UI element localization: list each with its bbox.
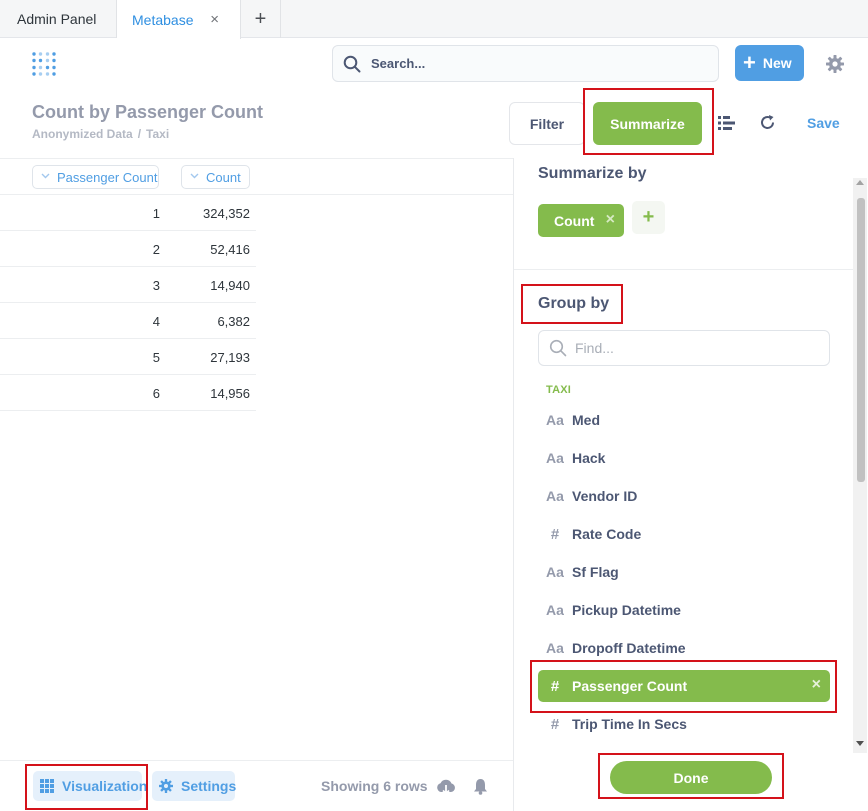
text-type-icon: Aa (546, 640, 564, 656)
tab-metabase[interactable]: Metabase × (117, 0, 241, 39)
breadcrumb-table[interactable]: Taxi (146, 127, 169, 141)
cell-passenger-count[interactable]: 1 (153, 206, 160, 221)
list-icon[interactable] (718, 115, 736, 131)
number-type-icon: # (550, 715, 560, 733)
column-header-label: Count (206, 169, 241, 185)
plus-icon: + (743, 50, 756, 75)
table-row: 2 52,416 (0, 231, 256, 267)
text-type-icon: Aa (546, 488, 564, 504)
find-placeholder: Find... (575, 340, 614, 356)
chevron-down-icon (190, 173, 199, 179)
highlight-box (521, 284, 623, 324)
settings-button[interactable]: Settings (152, 771, 237, 801)
cell-count[interactable]: 14,940 (210, 278, 250, 293)
cell-count[interactable]: 6,382 (217, 314, 250, 329)
remove-metric-icon[interactable]: × (606, 211, 615, 229)
metric-pill-count[interactable]: Count × (538, 204, 624, 237)
filter-button[interactable]: Filter (509, 102, 585, 145)
text-type-icon: Aa (546, 450, 564, 466)
metric-label: Count (554, 212, 595, 229)
search-placeholder: Search... (371, 56, 426, 71)
summarize-sidebar: Summarize by Count × + Group by Find... … (513, 158, 868, 811)
text-type-icon: Aa (546, 564, 564, 580)
search-icon (549, 339, 567, 357)
summarize-by-heading: Summarize by (538, 165, 647, 182)
highlight-box (583, 88, 714, 155)
add-metric-button[interactable]: + (632, 201, 665, 234)
gear-icon (159, 779, 173, 793)
settings-label: Settings (181, 778, 237, 794)
highlight-box (598, 753, 784, 799)
browser-tab-bar: Admin Panel Metabase × + (0, 0, 868, 39)
highlight-box (25, 764, 148, 810)
field-label: Vendor ID (572, 488, 638, 504)
cell-count[interactable]: 52,416 (210, 242, 250, 257)
new-tab-button[interactable]: + (241, 0, 281, 38)
text-type-icon: Aa (546, 412, 564, 428)
field-item-sf-flag[interactable]: Aa Sf Flag (538, 556, 830, 588)
field-label: Trip Time In Secs (572, 716, 687, 732)
field-label: Dropoff Datetime (572, 640, 686, 656)
new-button-label: New (762, 55, 792, 71)
field-item-pickup-datetime[interactable]: Aa Pickup Datetime (538, 594, 830, 626)
cell-passenger-count[interactable]: 6 (153, 386, 160, 401)
number-type-icon: # (550, 525, 560, 543)
header-divider (0, 158, 513, 159)
field-label: Med (572, 412, 600, 428)
table-row: 3 14,940 (0, 267, 256, 303)
download-icon[interactable] (436, 778, 456, 796)
table-row: 1 324,352 (0, 195, 256, 231)
field-label: Rate Code (572, 526, 642, 542)
gear-icon[interactable] (826, 55, 844, 73)
field-label: Sf Flag (572, 564, 619, 580)
highlight-box (530, 660, 837, 713)
scrollbar-thumb[interactable] (857, 198, 865, 482)
breadcrumb-database[interactable]: Anonymized Data (32, 127, 133, 141)
page-title: Count by Passenger Count (32, 102, 264, 122)
tab-label: Metabase (132, 11, 194, 28)
column-header-passenger-count[interactable]: Passenger Count (32, 165, 159, 189)
refresh-icon[interactable] (759, 114, 776, 131)
field-item-hack[interactable]: Aa Hack (538, 442, 830, 474)
search-input[interactable]: Search... (332, 45, 719, 82)
field-label: Pickup Datetime (572, 602, 681, 618)
cell-passenger-count[interactable]: 4 (153, 314, 160, 329)
scroll-down-arrow[interactable] (856, 741, 864, 746)
scroll-up-arrow[interactable] (856, 180, 864, 185)
find-field-input[interactable]: Find... (538, 330, 830, 366)
logo-icon[interactable] (31, 51, 57, 77)
field-item-rate-code[interactable]: # Rate Code (538, 518, 830, 550)
sidebar-divider (514, 269, 855, 270)
cell-count[interactable]: 27,193 (210, 350, 250, 365)
field-item-vendor-id[interactable]: Aa Vendor ID (538, 480, 830, 512)
new-button[interactable]: + New (735, 45, 804, 81)
bell-icon[interactable] (473, 778, 488, 795)
column-header-count[interactable]: Count (181, 165, 250, 189)
field-label: Hack (572, 450, 606, 466)
footer-divider (0, 760, 513, 761)
cell-passenger-count[interactable]: 2 (153, 242, 160, 257)
row-count-info: Showing 6 rows (321, 778, 428, 794)
cell-count[interactable]: 324,352 (203, 206, 250, 221)
field-item-trip-time-in-secs[interactable]: # Trip Time In Secs (538, 708, 830, 740)
table-section-label: TAXI (546, 384, 572, 396)
field-item-med[interactable]: Aa Med (538, 404, 830, 436)
close-tab-icon[interactable]: × (210, 11, 219, 28)
breadcrumb-separator: / (137, 127, 142, 141)
column-header-label: Passenger Count (57, 169, 158, 185)
save-button[interactable]: Save (807, 115, 840, 131)
table-row: 4 6,382 (0, 303, 256, 339)
search-icon (343, 55, 361, 73)
chevron-down-icon (41, 173, 50, 179)
breadcrumb: Anonymized Data / Taxi (32, 127, 169, 141)
tab-admin-panel[interactable]: Admin Panel (0, 0, 117, 38)
table-row: 6 14,956 (0, 375, 256, 411)
table-row: 5 27,193 (0, 339, 256, 375)
text-type-icon: Aa (546, 602, 564, 618)
cell-count[interactable]: 14,956 (210, 386, 250, 401)
cell-passenger-count[interactable]: 3 (153, 278, 160, 293)
tab-label: Admin Panel (17, 11, 97, 27)
cell-passenger-count[interactable]: 5 (153, 350, 160, 365)
